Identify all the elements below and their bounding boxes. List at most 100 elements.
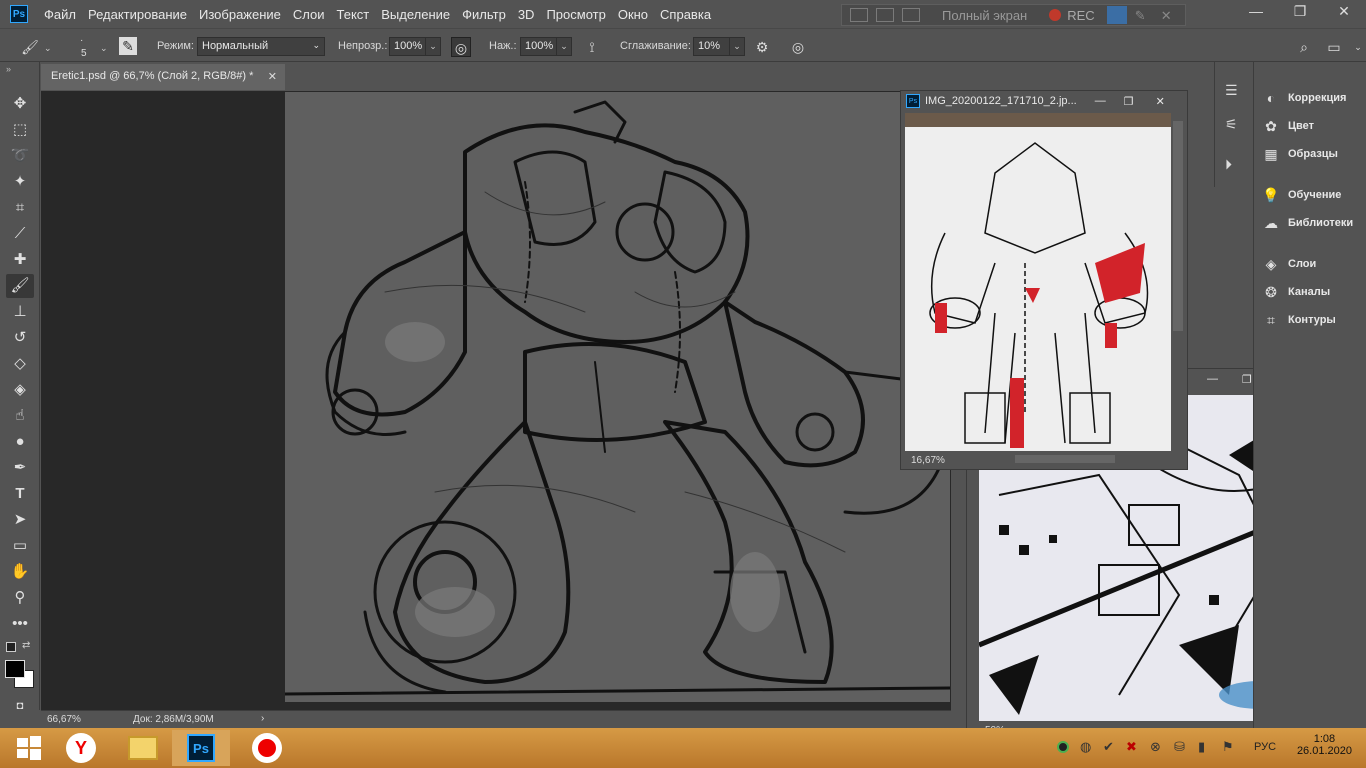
path-select-icon[interactable]: ➤ [6, 508, 34, 532]
reference-1-zoom[interactable]: 16,67% [911, 455, 945, 466]
smudge-icon[interactable]: ☝ [6, 404, 34, 428]
properties-icon[interactable]: ⚟ [1225, 116, 1238, 133]
eraser-icon[interactable]: ◇ [6, 352, 34, 376]
photoshop-taskbar-icon[interactable]: Ps [172, 730, 230, 766]
brush-preset-chevron-icon[interactable]: ⌄ [100, 43, 108, 54]
airbrush-icon[interactable]: ⟟ [582, 37, 602, 57]
chevron-right-icon[interactable]: › [261, 713, 264, 724]
swap-colors-icon[interactable]: ⇄ [22, 640, 30, 651]
eyedropper-icon[interactable]: ⟋ [6, 222, 34, 246]
healing-brush-icon[interactable]: ✚ [6, 248, 34, 272]
document-info[interactable]: Док: 2,86M/3,90M [133, 714, 214, 725]
recorder-taskbar-icon[interactable] [238, 730, 296, 766]
language-indicator[interactable]: РУС [1254, 741, 1276, 753]
tray-firefox-icon[interactable]: ◍ [1080, 739, 1091, 755]
canvas[interactable] [285, 92, 950, 702]
minimize-icon[interactable]: — [1234, 0, 1278, 22]
workspace-icon[interactable]: ▭ [1324, 37, 1344, 57]
menu-view[interactable]: Просмотр [540, 7, 611, 22]
close-tab-icon[interactable]: ✕ [268, 70, 277, 83]
file-explorer-icon[interactable] [114, 730, 172, 766]
restore-icon[interactable]: ❐ [1242, 373, 1252, 386]
menu-edit[interactable]: Редактирование [82, 7, 193, 22]
document-tab[interactable]: Eretic1.psd @ 66,7% (Слой 2, RGB/8#) * ✕ [41, 64, 285, 90]
yandex-browser-icon[interactable]: Y [52, 730, 110, 766]
tray-hardware-icon[interactable]: ⛁ [1174, 739, 1185, 755]
panel-channels[interactable]: ❂ Каналы [1262, 281, 1330, 303]
restore-icon[interactable]: ❐ [1124, 95, 1134, 108]
actions-icon[interactable]: ⏵ [1225, 156, 1232, 173]
windows-start-icon[interactable] [0, 730, 58, 766]
quick-mask-icon[interactable]: ◘ [6, 694, 34, 718]
panel-correction[interactable]: ◐ Коррекция [1262, 87, 1347, 109]
menu-layers[interactable]: Слои [287, 7, 331, 22]
clock[interactable]: 1:08 26.01.2020 [1297, 733, 1352, 757]
menu-file[interactable]: Файл [38, 7, 82, 22]
panel-libraries[interactable]: ☁ Библиотеки [1262, 212, 1353, 234]
tray-flag-icon[interactable]: ⚑ [1222, 739, 1234, 755]
reference-window-1-titlebar[interactable]: Ps IMG_20200122_171710_2.jp... — ❐ ✕ [901, 91, 1187, 111]
menu-help[interactable]: Справка [654, 7, 717, 22]
gear-icon[interactable]: ⚙ [752, 37, 772, 57]
hand-tool-icon[interactable]: ✋ [6, 560, 34, 584]
stop-square-icon[interactable] [1106, 6, 1127, 24]
menu-lines-icon[interactable] [850, 8, 868, 22]
dodge-icon[interactable]: ● [6, 430, 34, 454]
smoothing-input[interactable]: 10% [693, 37, 730, 56]
fullscreen-label[interactable]: Полный экран [942, 8, 1027, 23]
collapse-icon[interactable]: » [6, 64, 11, 74]
reference-window-1[interactable]: Ps IMG_20200122_171710_2.jp... — ❐ ✕ 16,… [900, 90, 1188, 470]
brush-tool-icon[interactable]: 🖌 [20, 37, 40, 57]
pen-tool-icon[interactable]: ✒ [6, 456, 34, 480]
pressure-opacity-icon[interactable]: ◎ [451, 37, 471, 57]
windows-icon[interactable] [876, 8, 894, 22]
history-icon[interactable]: ☰ [1225, 82, 1238, 99]
pencil-icon[interactable]: ✎ [1135, 8, 1153, 23]
menu-filter[interactable]: Фильтр [456, 7, 512, 22]
search-icon[interactable]: ⌕ [1294, 37, 1314, 57]
photoshop-logo-icon[interactable]: Ps [10, 5, 28, 23]
brush-settings-panel-icon[interactable]: ✎ [119, 37, 137, 55]
tray-battery-icon[interactable]: ▮ [1198, 739, 1205, 755]
marquee-tool-icon[interactable]: ⬚ [6, 118, 34, 142]
panel-color[interactable]: ✿ Цвет [1262, 115, 1314, 137]
move-tool-icon[interactable]: ✥ [6, 92, 34, 116]
menu-3d[interactable]: 3D [512, 7, 541, 22]
minimize-icon[interactable]: — [1095, 95, 1106, 107]
opacity-input[interactable]: 100% [389, 37, 426, 56]
rec-label[interactable]: REC [1067, 8, 1094, 23]
window-icon[interactable] [902, 8, 920, 22]
minimize-icon[interactable]: — [1207, 373, 1218, 385]
magic-wand-icon[interactable]: ✦ [6, 170, 34, 194]
smoothing-dropdown-icon[interactable]: ⌄ [729, 37, 745, 56]
vertical-scrollbar[interactable] [1173, 121, 1183, 331]
tray-network-icon[interactable]: ⊗ [1150, 739, 1161, 755]
record-dot-icon[interactable] [1049, 9, 1062, 21]
stamp-tool-icon[interactable]: ⊥ [6, 300, 34, 324]
horizontal-scrollbar[interactable] [1015, 455, 1115, 463]
panel-learn[interactable]: 💡 Обучение [1262, 184, 1341, 206]
foreground-color-swatch[interactable] [5, 660, 25, 678]
close-icon[interactable]: ✕ [1156, 95, 1165, 108]
brush-size-value[interactable]: 5 [81, 48, 87, 59]
chevron-down-icon[interactable]: ⌄ [44, 43, 52, 54]
more-tools-icon[interactable]: ••• [6, 612, 34, 636]
panel-paths[interactable]: ⌗ Контуры [1262, 309, 1336, 331]
flow-dropdown-icon[interactable]: ⌄ [556, 37, 572, 56]
lasso-tool-icon[interactable]: ➰ [6, 144, 34, 168]
zoom-value[interactable]: 66,67% [47, 714, 81, 725]
zoom-tool-icon[interactable]: ⚲ [6, 586, 34, 610]
opacity-dropdown-icon[interactable]: ⌄ [425, 37, 441, 56]
tray-antivirus-icon[interactable]: ✖ [1126, 739, 1137, 755]
restore-icon[interactable]: ❐ [1278, 0, 1322, 22]
workspace-chevron-icon[interactable]: ⌄ [1348, 37, 1366, 57]
pressure-size-icon[interactable]: ◎ [788, 37, 808, 57]
brush-tool-icon[interactable]: 🖌 [6, 274, 34, 298]
panel-layers[interactable]: ◈ Слои [1262, 253, 1317, 275]
menu-select[interactable]: Выделение [375, 7, 456, 22]
menu-window[interactable]: Окно [612, 7, 654, 22]
menu-image[interactable]: Изображение [193, 7, 287, 22]
rectangle-tool-icon[interactable]: ▭ [6, 534, 34, 558]
panel-swatches[interactable]: ▦ Образцы [1262, 143, 1338, 165]
tray-shield-icon[interactable]: ✔ [1103, 739, 1114, 755]
